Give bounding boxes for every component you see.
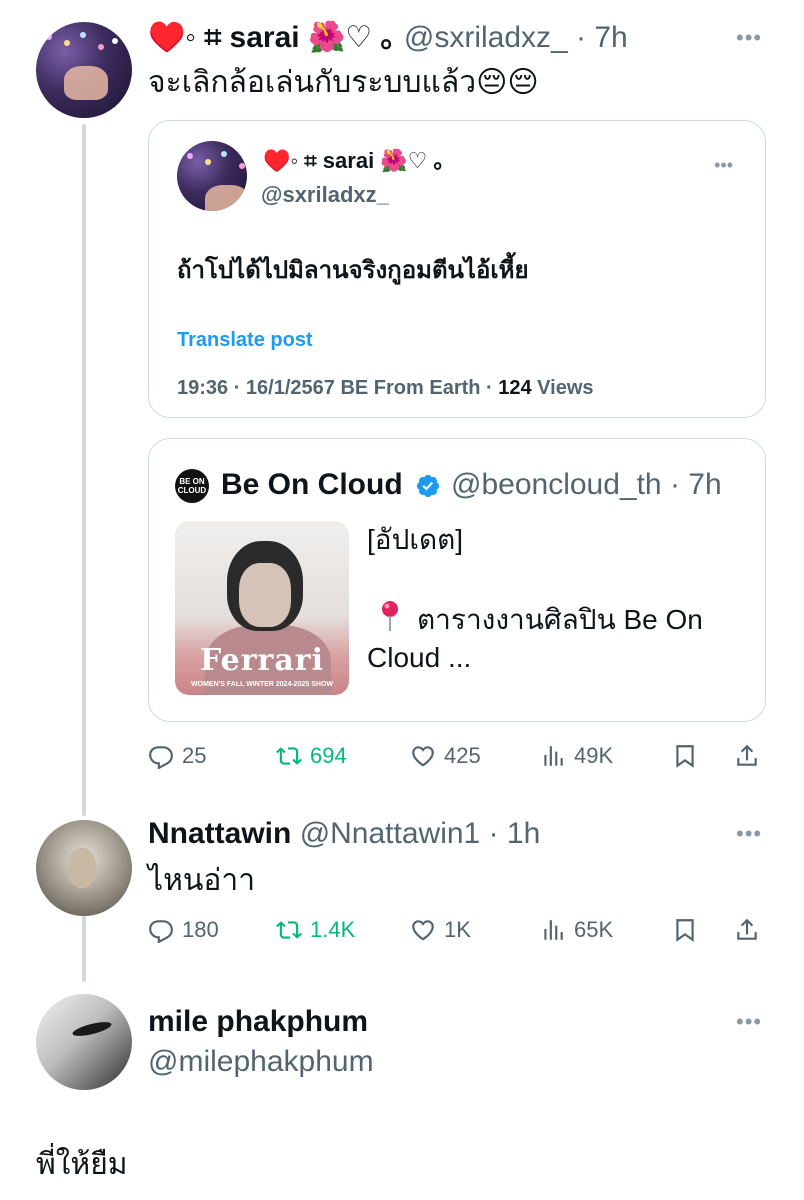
thumb-caption: WOMEN'S FALL WINTER 2024-2025 SHOW (191, 681, 333, 688)
avatar[interactable] (36, 820, 132, 916)
more-icon[interactable]: ••• (736, 27, 762, 49)
reply-count: 25 (182, 743, 207, 768)
quoted-display-name[interactable]: ♥️◦ ⌗ sarai 🌺♡ ｡ (263, 147, 445, 175)
embedded-text-line: [อัปเดต] (367, 524, 464, 555)
more-icon[interactable]: ••• (736, 1011, 762, 1033)
display-name[interactable]: Nnattawin (148, 817, 291, 850)
share-icon (737, 744, 757, 766)
quoted-text: ถ้าโปได้ไปมิลานจริงกูอมตีนไอ้เหี้ย (177, 257, 529, 284)
thread-line (82, 124, 86, 816)
retweet-icon (276, 921, 302, 939)
heart-icon (412, 920, 434, 941)
views-icon (544, 746, 563, 766)
quoted-handle[interactable]: @sxriladxz_ (261, 181, 389, 209)
share-button[interactable] (734, 738, 760, 774)
retweet-count: 1.4K (310, 917, 356, 942)
bookmark-button[interactable] (672, 912, 698, 948)
retweet-count: 694 (310, 743, 347, 768)
display-name[interactable]: ♥️◦ ⌗ sarai 🌺♡ ｡ (148, 21, 396, 54)
views-icon (544, 920, 563, 940)
tweet-actions: 25 694 425 49K (148, 738, 768, 774)
verified-badge-icon (416, 474, 440, 498)
share-icon (737, 918, 757, 940)
views-button[interactable]: 65K (540, 912, 613, 948)
reply-button[interactable]: 180 (148, 912, 219, 948)
handle[interactable]: @sxriladxz_ (404, 21, 568, 54)
like-count: 425 (444, 743, 481, 768)
quoted-timestamp[interactable]: 19:36 · 16/1/2567 BE From Earth · (177, 377, 498, 399)
retweet-button[interactable]: 694 (276, 738, 347, 774)
quoted-post[interactable]: ♥️◦ ⌗ sarai 🌺♡ ｡ @sxriladxz_ ••• ถ้าโปได… (148, 120, 766, 418)
reply-icon (149, 746, 173, 769)
like-button[interactable]: 425 (410, 738, 481, 774)
tweet-text: จะเลิกล้อเล่นกับระบบแล้ว😔😔 (148, 66, 539, 99)
like-count: 1K (444, 917, 471, 942)
bookmark-icon (676, 745, 694, 768)
thumb-figure-face (239, 563, 291, 627)
tweet-actions: 180 1.4K 1K 65K (148, 912, 768, 948)
embedded-handle[interactable]: @beoncloud_th · 7h (451, 467, 722, 503)
tweet-header: Nnattawin @Nnattawin1 · 1h (148, 816, 540, 852)
reply-button[interactable]: 25 (148, 738, 206, 774)
embedded-thumbnail[interactable]: Ferrari WOMEN'S FALL WINTER 2024-2025 SH… (175, 521, 349, 695)
handle[interactable]: @Nnattawin1 (300, 817, 481, 850)
views-button[interactable]: 49K (540, 738, 613, 774)
pushpin-icon (382, 601, 398, 631)
beoncloud-logo[interactable]: BE ON CLOUD (175, 469, 209, 503)
tweet-header: ♥️◦ ⌗ sarai 🌺♡ ｡ @sxriladxz_ · 7h (148, 20, 628, 56)
more-icon[interactable]: ••• (736, 823, 762, 845)
views-count: 65K (574, 917, 614, 942)
more-icon[interactable]: ••• (714, 155, 733, 176)
avatar[interactable] (36, 22, 132, 118)
retweet-icon (276, 747, 302, 765)
handle[interactable]: @milephakphum (148, 1044, 374, 1080)
like-button[interactable]: 1K (410, 912, 471, 948)
embedded-display-name[interactable]: Be On Cloud (221, 467, 403, 503)
embedded-text-line: ตารางงานศิลปิน Be On (417, 604, 703, 635)
translate-post-link[interactable]: Translate post (177, 327, 313, 353)
tweet-text: พี่ให้ยืม (36, 1148, 128, 1181)
quoted-avatar[interactable] (177, 141, 247, 211)
timestamp[interactable]: · 7h (576, 21, 628, 54)
views-label: Views (531, 377, 594, 399)
heart-icon (412, 746, 434, 767)
tweet-text: ไหนอ่าา (148, 864, 256, 897)
embedded-post-card[interactable]: BE ON CLOUD Be On Cloud @beoncloud_th · … (148, 438, 766, 722)
avatar[interactable] (36, 994, 132, 1090)
quoted-meta: 19:36 · 16/1/2567 BE From Earth · 124 Vi… (177, 375, 594, 401)
embedded-text-line: Cloud ... (367, 642, 472, 673)
views-count: 49K (574, 743, 614, 768)
views-count: 124 (498, 377, 532, 399)
bookmark-icon (676, 919, 694, 942)
retweet-button[interactable]: 1.4K (276, 912, 355, 948)
share-button[interactable] (734, 912, 760, 948)
bookmark-button[interactable] (672, 738, 698, 774)
reply-count: 180 (182, 917, 219, 942)
reply-icon (149, 920, 173, 943)
display-name[interactable]: mile phakphum (148, 1004, 368, 1040)
thumb-brand-logo: Ferrari (200, 643, 324, 678)
timestamp[interactable]: · 1h (489, 817, 541, 850)
